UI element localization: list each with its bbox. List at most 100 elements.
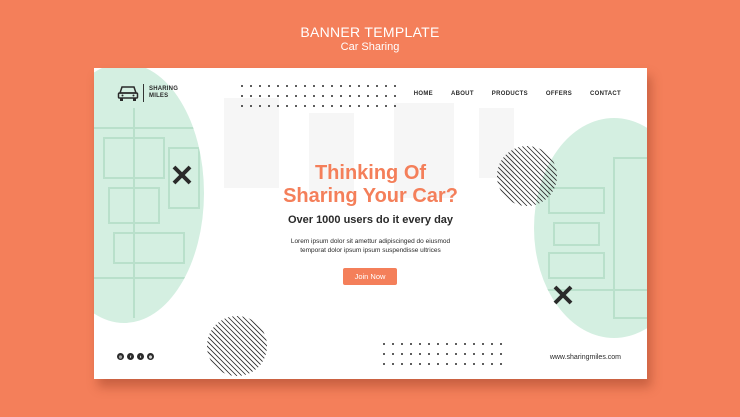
decor-dot (340, 85, 342, 87)
decor-dot (383, 363, 385, 365)
body-line-1: Lorem ipsum dolor sit amettur adipiscing… (290, 238, 451, 245)
decor-stripe (256, 316, 267, 376)
decor-stripe (261, 316, 267, 376)
decor-dot (259, 85, 261, 87)
decor-dot (446, 363, 448, 365)
decor-dot (401, 353, 403, 355)
decor-dot (286, 105, 288, 107)
decor-dot (340, 95, 342, 97)
decor-dot (295, 95, 297, 97)
decor-dot (376, 85, 378, 87)
decor-dot (401, 343, 403, 345)
decor-dot (464, 363, 466, 365)
decor-dot (464, 343, 466, 345)
decor-dot (331, 85, 333, 87)
decor-stripe (207, 316, 238, 376)
decor-dot (419, 363, 421, 365)
decor-dot (428, 343, 430, 345)
decor-dot (473, 363, 475, 365)
decor-dot (385, 95, 387, 97)
decor-dot (322, 105, 324, 107)
decor-stripe (236, 316, 267, 376)
decor-dot (410, 353, 412, 355)
decor-dot (250, 95, 252, 97)
decor-dot (340, 105, 342, 107)
logo-text: SHARING MILES (149, 86, 179, 99)
nav-products[interactable]: PRODUCTS (492, 91, 528, 97)
decor-stripe (221, 316, 267, 376)
decor-dot (455, 363, 457, 365)
decor-dot (349, 85, 351, 87)
decor-stripe (241, 316, 267, 376)
decor-dot (491, 363, 493, 365)
banner-template-title: BANNER TEMPLATE (300, 24, 440, 40)
decor-dot (367, 95, 369, 97)
instagram-icon[interactable]: ◎ (117, 353, 124, 360)
decor-stripe (231, 316, 267, 376)
decor-dot (392, 363, 394, 365)
decor-stripe (207, 316, 208, 376)
main-nav: HOME ABOUT PRODUCTS OFFERS CONTACT (396, 91, 621, 97)
decor-stripe (207, 316, 213, 376)
decor-dot (349, 105, 351, 107)
hero-subheadline: Over 1000 users do it every day (287, 214, 454, 226)
decor-dot (376, 95, 378, 97)
nav-offers[interactable]: OFFERS (546, 91, 572, 97)
decor-dot (455, 353, 457, 355)
twitter-icon[interactable]: t (137, 353, 144, 360)
hero-body-text: Lorem ipsum dolor sit amettur adipiscing… (244, 237, 497, 255)
decor-dot (410, 363, 412, 365)
decor-stripe (211, 316, 267, 376)
decor-dot (437, 343, 439, 345)
decor-dot (482, 343, 484, 345)
decor-dot (259, 95, 261, 97)
decor-dot (500, 343, 502, 345)
logo[interactable]: SHARING MILES (117, 84, 191, 102)
decor-dot (376, 105, 378, 107)
decor-dot (385, 85, 387, 87)
decor-dot (392, 353, 394, 355)
decor-dot (250, 85, 252, 87)
decor-stripe (251, 316, 267, 376)
join-now-button[interactable]: Join Now (343, 268, 397, 285)
facebook-icon[interactable]: f (127, 353, 134, 360)
decor-stripe (207, 316, 243, 376)
decor-stripe (216, 316, 267, 376)
logo-divider (143, 84, 144, 102)
decor-dot (277, 95, 279, 97)
decor-dot (313, 105, 315, 107)
web-icon[interactable]: ◍ (147, 353, 154, 360)
nav-home[interactable]: HOME (414, 91, 433, 97)
decor-dot (437, 363, 439, 365)
decor-dot (268, 105, 270, 107)
decor-dot (358, 105, 360, 107)
nav-contact[interactable]: CONTACT (590, 91, 621, 97)
decor-dot (358, 85, 360, 87)
decor-stripe (207, 316, 228, 376)
decor-dot (419, 353, 421, 355)
decor-dot (428, 353, 430, 355)
dots-bottom (383, 343, 502, 365)
decor-dot (385, 105, 387, 107)
headline-line-1: Thinking Of (314, 162, 427, 184)
decor-dot (349, 95, 351, 97)
website-url[interactable]: www.sharingmiles.com (550, 354, 621, 361)
striped-circle-left (207, 316, 267, 376)
decor-dot (383, 343, 385, 345)
decor-dot (491, 353, 493, 355)
decor-dot (304, 85, 306, 87)
decor-dot (277, 105, 279, 107)
decor-dot (482, 363, 484, 365)
decor-dot (331, 95, 333, 97)
decor-stripe (246, 316, 267, 376)
decor-dot (491, 343, 493, 345)
hero-headline: Thinking Of Sharing Your Car? (94, 162, 647, 208)
decor-dot (419, 343, 421, 345)
nav-about[interactable]: ABOUT (451, 91, 474, 97)
decor-dot (446, 353, 448, 355)
decor-dot (392, 343, 394, 345)
decor-dot (304, 105, 306, 107)
decor-stripe (207, 316, 258, 376)
decor-dot (241, 105, 243, 107)
decor-dot (295, 105, 297, 107)
